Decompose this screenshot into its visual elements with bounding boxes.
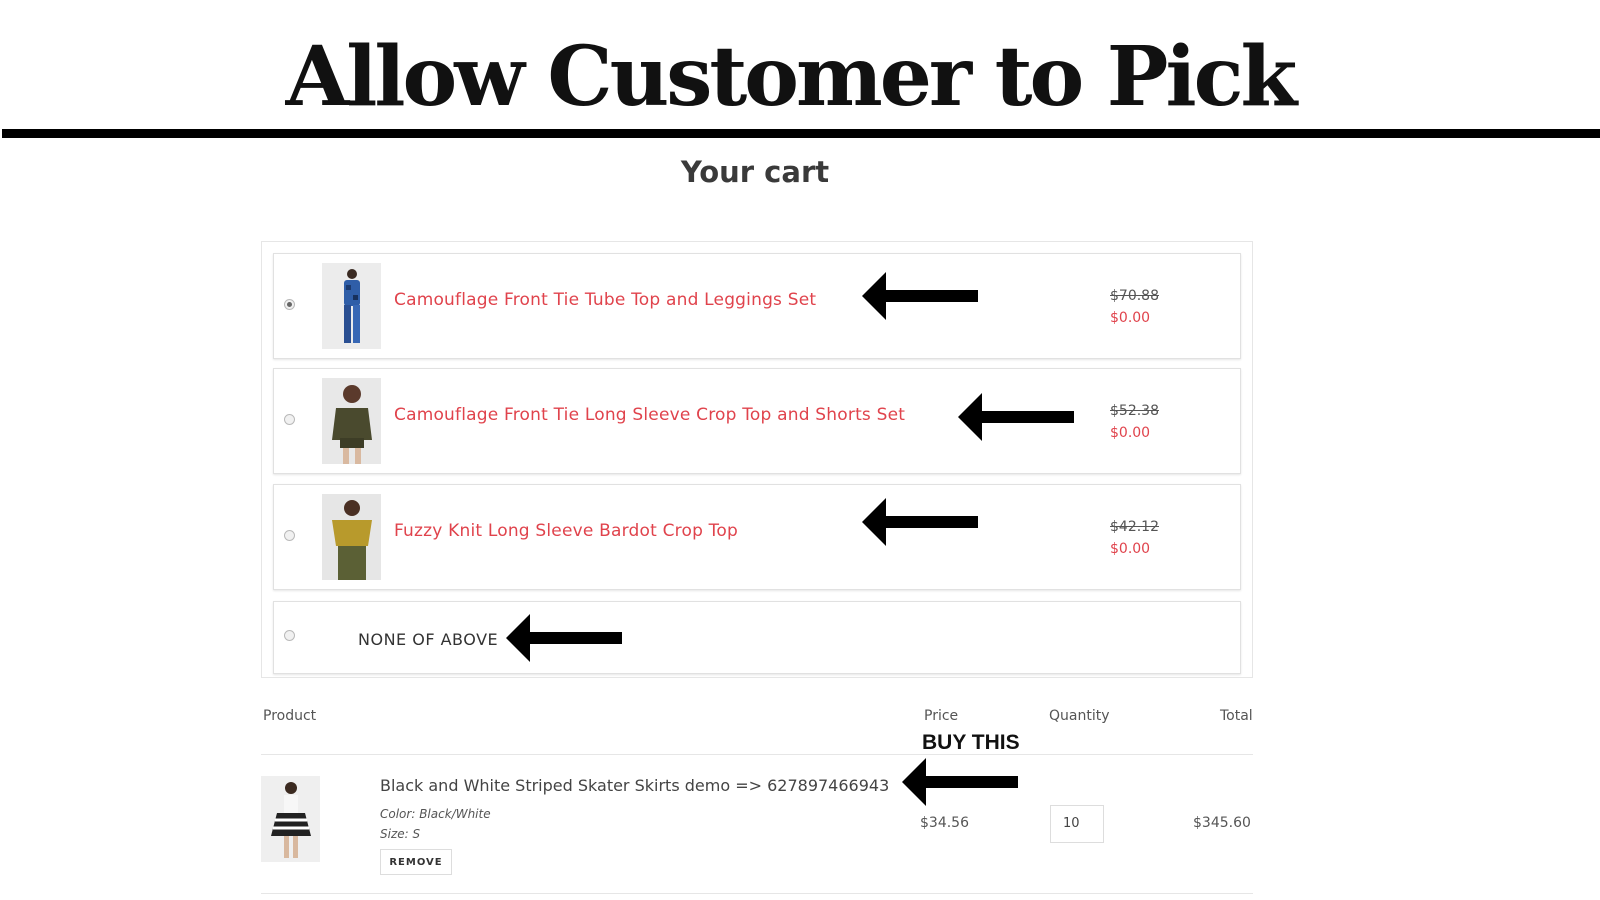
offer-row[interactable]: Camouflage Front Tie Tube Top and Leggin… — [273, 253, 1241, 359]
none-of-above-radio[interactable] — [284, 630, 295, 641]
left-arrow-icon — [862, 272, 978, 320]
offer-sale-price: $0.00 — [1110, 425, 1151, 441]
buy-this-annotation: BUY THIS — [922, 731, 1020, 754]
offer-radio-selected[interactable] — [284, 299, 295, 310]
offer-product-name[interactable]: Camouflage Front Tie Long Sleeve Crop To… — [394, 405, 905, 425]
offer-radio[interactable] — [284, 414, 295, 425]
column-header-quantity: Quantity — [1049, 708, 1110, 724]
line-item-size: Size: S — [380, 827, 421, 841]
banner-divider — [2, 129, 1600, 138]
banner-title: Allow Customer to Pick — [285, 29, 1298, 125]
column-header-price: Price — [924, 708, 959, 724]
table-divider — [261, 893, 1253, 894]
cart-title: Your cart — [680, 155, 830, 189]
offer-sale-price: $0.00 — [1110, 310, 1151, 326]
column-header-product: Product — [263, 708, 317, 724]
offer-original-price: $42.12 — [1110, 519, 1159, 535]
line-item-thumbnail[interactable] — [261, 776, 320, 862]
product-thumbnail — [322, 494, 381, 580]
quantity-input[interactable]: 10 — [1050, 805, 1104, 843]
left-arrow-icon — [902, 758, 1018, 806]
line-item-name[interactable]: Black and White Striped Skater Skirts de… — [380, 776, 889, 795]
left-arrow-icon — [862, 498, 978, 546]
line-item-total: $345.60 — [1193, 815, 1251, 831]
offer-original-price: $70.88 — [1110, 288, 1159, 304]
none-of-above-row[interactable]: NONE OF ABOVE — [273, 601, 1241, 674]
line-item-color: Color: Black/White — [380, 807, 491, 821]
table-divider — [261, 754, 1253, 755]
offer-row[interactable]: Fuzzy Knit Long Sleeve Bardot Crop Top $… — [273, 484, 1241, 590]
left-arrow-icon — [958, 393, 1074, 441]
column-header-total: Total — [1220, 708, 1253, 724]
product-thumbnail — [322, 378, 381, 464]
line-item-price: $34.56 — [920, 815, 969, 831]
product-thumbnail — [322, 263, 381, 349]
remove-button[interactable]: REMOVE — [380, 849, 452, 875]
offer-row[interactable]: Camouflage Front Tie Long Sleeve Crop To… — [273, 368, 1241, 474]
offer-product-name[interactable]: Fuzzy Knit Long Sleeve Bardot Crop Top — [394, 521, 738, 541]
offer-radio[interactable] — [284, 530, 295, 541]
offer-original-price: $52.38 — [1110, 403, 1159, 419]
none-of-above-label: NONE OF ABOVE — [358, 630, 499, 649]
offer-product-name[interactable]: Camouflage Front Tie Tube Top and Leggin… — [394, 290, 816, 310]
left-arrow-icon — [506, 614, 622, 662]
offer-sale-price: $0.00 — [1110, 541, 1151, 557]
